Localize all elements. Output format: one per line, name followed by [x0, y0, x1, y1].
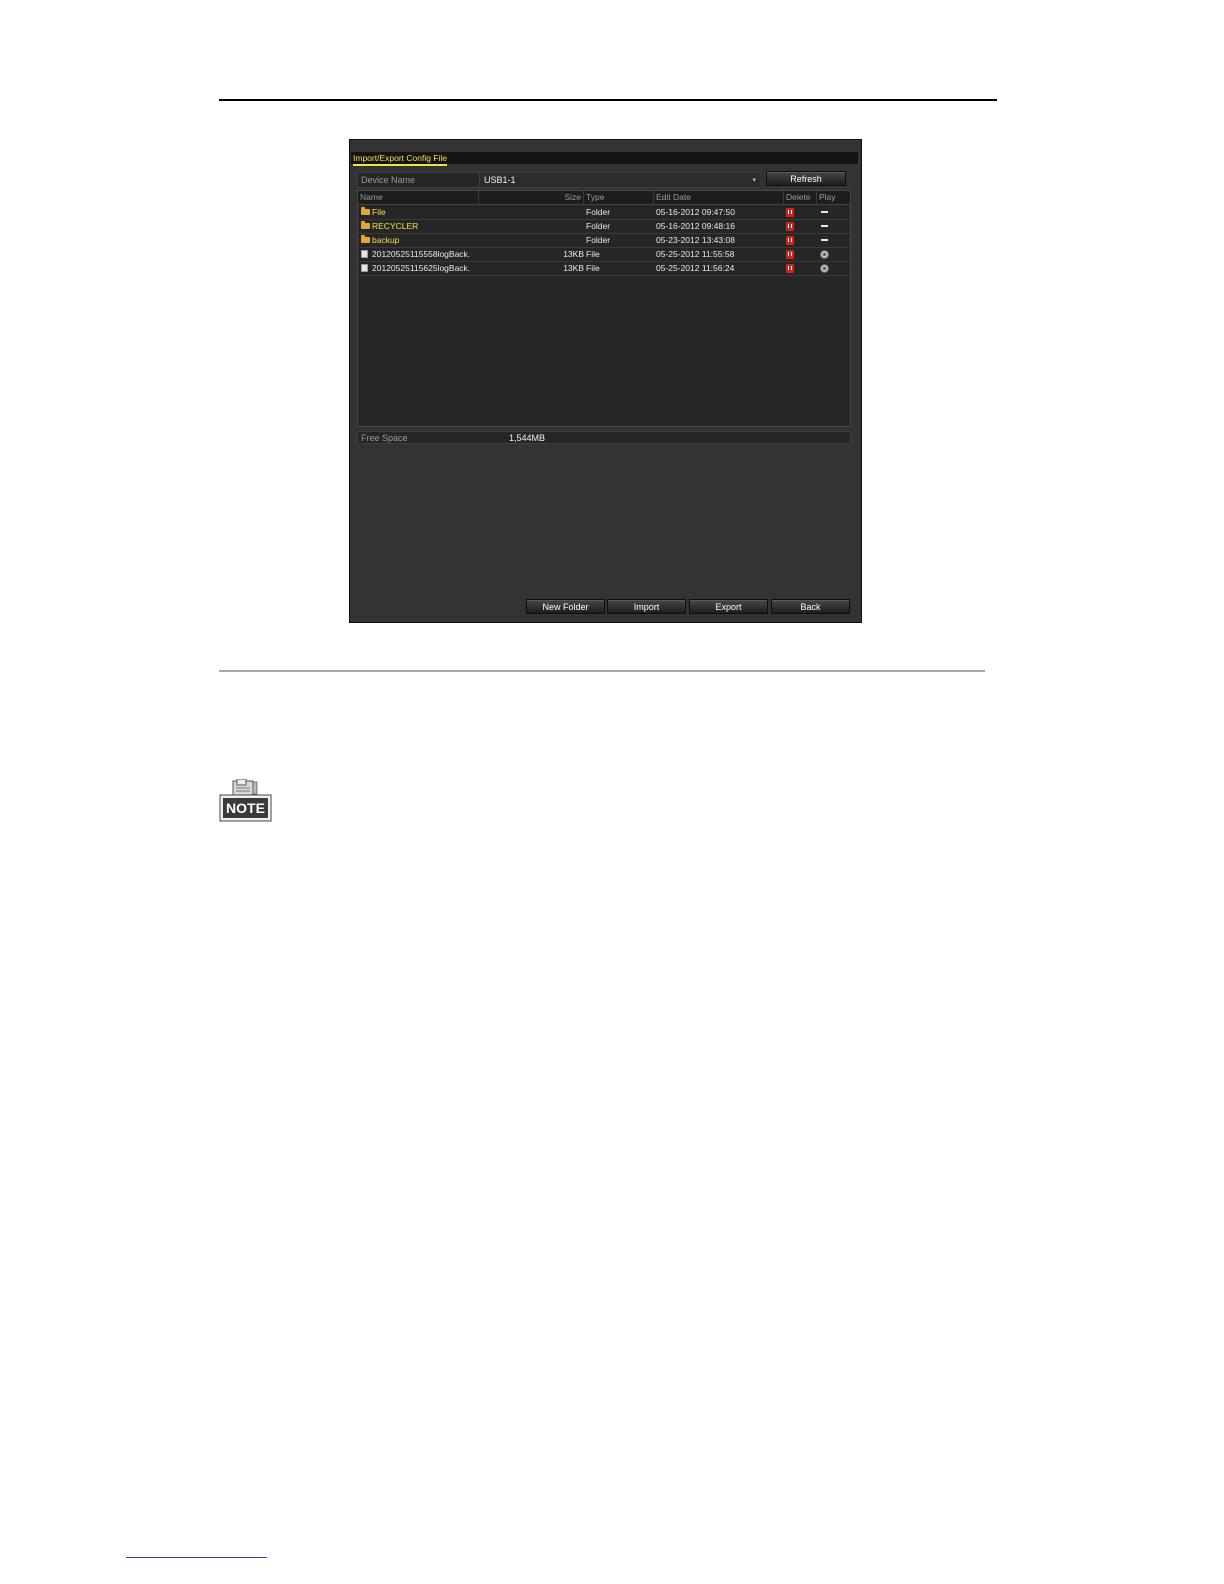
device-name-select[interactable]: USB1-1 ▾: [479, 173, 760, 187]
file-type: Folder: [586, 235, 611, 245]
window-title-bar: Import/Export Config File: [351, 152, 858, 166]
file-table: Name Size Type Edit Date Delete Play Fil…: [357, 190, 851, 427]
config-file-window: Import/Export Config File Device Name US…: [349, 139, 862, 623]
delete-button[interactable]: [786, 247, 800, 261]
device-name-label: Device Name: [361, 175, 416, 185]
table-row[interactable]: RECYCLER Folder 05-16-2012 09:48:16: [358, 219, 850, 234]
column-header-edit-date[interactable]: Edit Date: [654, 191, 784, 204]
delete-button[interactable]: [786, 219, 800, 233]
free-space-label: Free Space: [361, 433, 408, 443]
file-type: File: [586, 263, 600, 273]
column-header-play: Play: [819, 192, 836, 202]
table-row[interactable]: 20120525115558logBack. 13KB File 05-25-2…: [358, 247, 850, 262]
device-name-value: USB1-1: [484, 175, 516, 185]
free-space-value: 1,544MB: [509, 433, 546, 443]
file-size: [479, 233, 584, 247]
free-space-row: Free Space 1,544MB: [357, 431, 851, 444]
file-edit-date: 05-25-2012 11:56:24: [656, 263, 735, 273]
file-size: 13KB: [563, 249, 584, 259]
note-icon: NOTE: [219, 779, 272, 822]
table-row[interactable]: backup Folder 05-23-2012 13:43:08: [358, 233, 850, 248]
trash-icon: [786, 264, 794, 273]
file-name: backup: [372, 235, 400, 245]
table-row[interactable]: 20120525115625logBack. 13KB File 05-25-2…: [358, 261, 850, 276]
file-type: File: [586, 249, 600, 259]
file-edit-date: 05-16-2012 09:47:50: [656, 207, 735, 217]
file-size: [479, 219, 584, 233]
footer-link-underline: [126, 1557, 267, 1558]
delete-button[interactable]: [786, 233, 800, 247]
file-edit-date: 05-16-2012 09:48:16: [656, 221, 735, 231]
play-icon: [820, 264, 829, 273]
file-size: [479, 205, 584, 219]
file-edit-date: 05-25-2012 11:55:58: [656, 249, 735, 259]
play-button[interactable]: [820, 247, 834, 261]
chevron-down-icon: ▾: [752, 177, 756, 184]
trash-icon: [786, 222, 794, 231]
file-type: Folder: [586, 221, 611, 231]
figure-bottom-rule: [219, 670, 985, 672]
delete-button[interactable]: [786, 261, 800, 275]
folder-icon: [361, 207, 370, 215]
refresh-button[interactable]: Refresh: [766, 171, 846, 186]
file-icon: [361, 250, 368, 258]
dash-icon: [821, 225, 828, 227]
import-button[interactable]: Import: [607, 599, 686, 614]
note-label: NOTE: [226, 800, 265, 816]
device-name-row: Device Name USB1-1 ▾: [357, 172, 760, 188]
window-title: Import/Export Config File: [353, 152, 448, 166]
play-icon: [820, 250, 829, 259]
dash-icon: [821, 239, 828, 241]
file-edit-date: 05-23-2012 13:43:08: [656, 235, 735, 245]
table-header: Name Size Type Edit Date Delete Play: [358, 191, 850, 205]
file-name: 20120525115625logBack.: [372, 263, 471, 273]
column-header-size[interactable]: Size: [479, 191, 584, 204]
file-icon: [361, 264, 368, 272]
file-name: File: [372, 207, 386, 217]
delete-button[interactable]: [786, 205, 800, 219]
file-name: 20120525115558logBack.: [372, 249, 471, 259]
new-folder-button[interactable]: New Folder: [526, 599, 605, 614]
trash-icon: [786, 250, 794, 259]
trash-icon: [786, 236, 794, 245]
column-header-name[interactable]: Name: [358, 191, 479, 204]
folder-icon: [361, 221, 370, 229]
export-button[interactable]: Export: [689, 599, 768, 614]
table-row[interactable]: File Folder 05-16-2012 09:47:50: [358, 205, 850, 220]
file-name: RECYCLER: [372, 221, 419, 231]
trash-icon: [786, 208, 794, 217]
folder-icon: [361, 235, 370, 243]
column-header-delete: Delete: [784, 191, 817, 204]
back-button[interactable]: Back: [771, 599, 850, 614]
file-size: 13KB: [563, 263, 584, 273]
play-button[interactable]: [820, 261, 834, 275]
column-header-type[interactable]: Type: [584, 191, 654, 204]
dash-icon: [821, 211, 828, 213]
header-rule: [219, 99, 997, 101]
file-type: Folder: [586, 207, 611, 217]
